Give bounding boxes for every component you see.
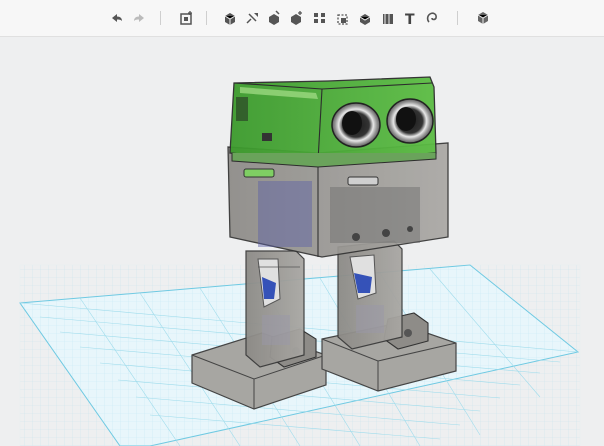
view-cube-icon	[477, 12, 489, 24]
viewport-canvas[interactable]	[0, 37, 604, 446]
pattern-icon	[314, 13, 325, 23]
material-button[interactable]	[422, 8, 442, 28]
snap-button[interactable]	[333, 8, 353, 28]
material-icon	[426, 12, 437, 23]
construct-button[interactable]	[243, 8, 263, 28]
primitives-icon	[180, 11, 192, 25]
redo-icon	[134, 14, 144, 22]
undo-icon	[112, 14, 122, 22]
robot-left-eye[interactable]	[331, 102, 381, 148]
redo-button[interactable]	[130, 8, 150, 28]
robot-right-leg[interactable]	[337, 240, 403, 350]
robot-right-eye[interactable]	[386, 98, 434, 144]
text-icon: T	[405, 12, 415, 26]
snap-icon	[337, 14, 348, 25]
combine-button[interactable]	[286, 8, 306, 28]
sketch-button[interactable]	[220, 8, 240, 28]
group-icon	[359, 14, 371, 25]
measure-icon	[383, 14, 393, 24]
primitives-button[interactable]	[176, 8, 196, 28]
undo-button[interactable]	[106, 8, 126, 28]
3d-viewport[interactable]	[0, 37, 604, 446]
sketch-icon	[224, 13, 236, 25]
modify-button[interactable]	[264, 8, 284, 28]
group-button[interactable]	[355, 8, 375, 28]
toolbar-separator	[160, 11, 161, 25]
modify-icon	[269, 10, 280, 25]
measure-button[interactable]	[378, 8, 398, 28]
pattern-button[interactable]	[310, 8, 330, 28]
construct-icon	[246, 13, 258, 24]
toolbar-separator	[206, 11, 207, 25]
text-button[interactable]: T	[400, 8, 420, 28]
combine-icon	[291, 11, 302, 25]
app-window: T	[0, 0, 604, 446]
svg-text:T: T	[405, 12, 415, 26]
toolbar: T	[0, 0, 604, 37]
view-cube-button[interactable]	[473, 8, 493, 28]
toolbar-separator	[457, 11, 458, 25]
robot-left-leg[interactable]	[245, 250, 305, 368]
